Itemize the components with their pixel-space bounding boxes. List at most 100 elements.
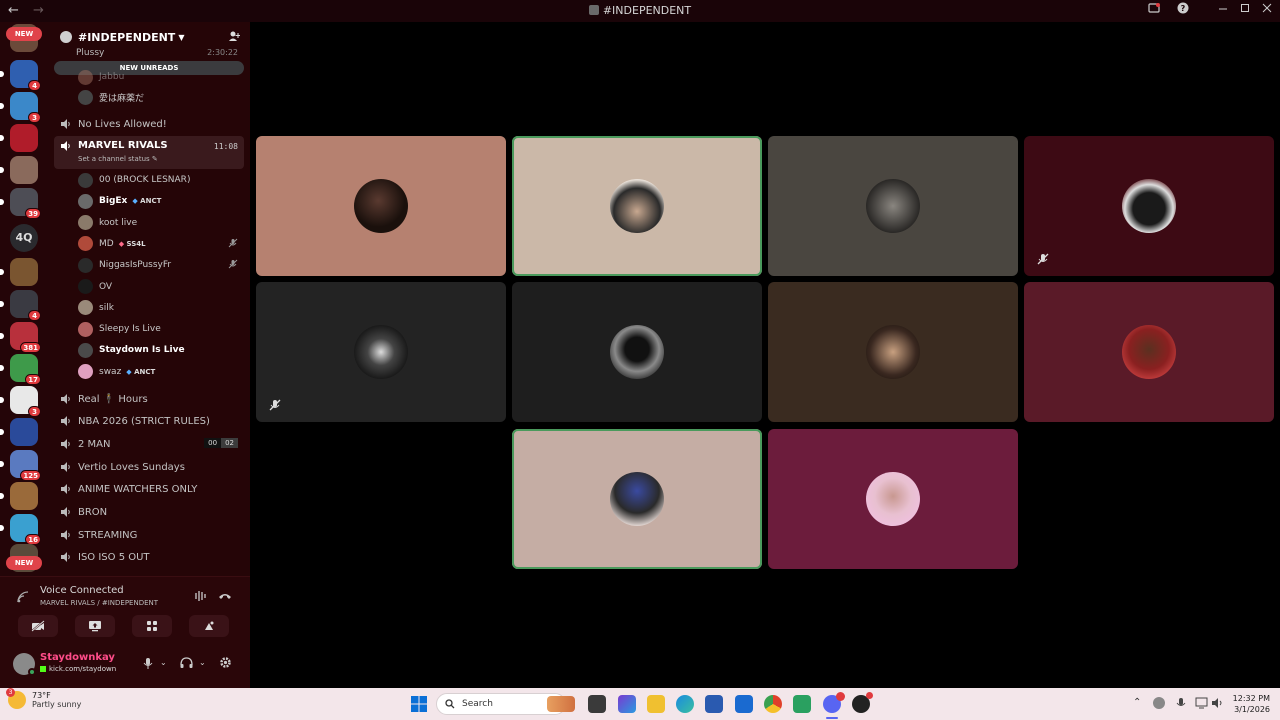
server-icon[interactable] [0, 482, 38, 510]
voice-channel-real-hours[interactable]: Real 🕴 Hours [54, 388, 244, 410]
file-explorer-icon[interactable] [647, 695, 665, 713]
participant-tile[interactable] [512, 429, 762, 569]
store-icon[interactable] [705, 695, 723, 713]
participant-tile[interactable] [512, 282, 762, 422]
clan-tag-icon: ◆ [126, 367, 135, 376]
noise-suppression-icon[interactable] [194, 590, 208, 602]
display-icon[interactable] [1195, 697, 1208, 709]
participant-tile[interactable] [512, 136, 762, 276]
voice-user[interactable]: BigEx ◆ ANCT [78, 191, 240, 211]
voice-channel-2man[interactable]: 2 MAN 00 02 [54, 433, 244, 455]
edge-icon[interactable] [676, 695, 694, 713]
avatar[interactable] [13, 653, 36, 676]
participant-tile[interactable] [768, 282, 1018, 422]
gear-icon[interactable] [219, 656, 232, 669]
username[interactable]: Staydownkay [40, 652, 115, 663]
help-icon[interactable]: ? [1177, 2, 1189, 17]
clock-date: 3/1/2026 [1234, 705, 1270, 714]
activities-button[interactable] [132, 615, 172, 637]
kick-icon [40, 666, 46, 672]
server-icon[interactable]: 3 [0, 386, 41, 417]
server-icon[interactable] [0, 124, 38, 152]
avatar [354, 179, 408, 233]
copilot-icon[interactable] [618, 695, 636, 713]
task-view-icon[interactable] [588, 695, 606, 713]
participant-tile[interactable] [1024, 136, 1274, 276]
voice-channel-nba[interactable]: NBA 2026 (STRICT RULES) [54, 410, 244, 432]
voice-user[interactable]: OV [78, 277, 240, 297]
microphone-icon[interactable] [1176, 697, 1186, 710]
new-bottom-pill[interactable]: NEW [6, 556, 42, 570]
voice-channel-iso[interactable]: ISO ISO 5 OUT [54, 546, 244, 568]
video-off-button[interactable] [18, 615, 58, 637]
microphone-icon[interactable] [143, 657, 153, 670]
server-icon[interactable]: 125 [0, 450, 41, 481]
voice-user[interactable]: Jabbu [78, 67, 240, 87]
server-icon[interactable]: 4 [0, 290, 41, 321]
new-top-pill[interactable]: NEW [6, 27, 42, 41]
weather-widget[interactable]: 3 73°F Partly sunny [6, 688, 81, 709]
chrome-icon[interactable] [764, 695, 782, 713]
signal-icon[interactable] [17, 591, 29, 603]
voice-user[interactable]: 00 (BROCK LESNAR) [78, 170, 240, 190]
voice-user[interactable]: swaz ◆ ANCT [78, 362, 240, 382]
voice-user[interactable]: 愛は麻薬だ [78, 87, 240, 107]
voice-user[interactable]: Sleepy Is Live [78, 319, 240, 339]
chevron-down-icon[interactable]: ⌄ [199, 658, 206, 667]
unread-pip [0, 493, 4, 499]
app-icon[interactable] [852, 692, 873, 713]
voice-channel-vertio[interactable]: Vertio Loves Sundays [54, 456, 244, 478]
headphones-icon[interactable] [180, 657, 193, 669]
unread-pip [0, 461, 4, 467]
maximize-icon[interactable] [1240, 2, 1250, 16]
voice-user[interactable]: MD ◆ SS4L [78, 234, 240, 254]
volume-icon[interactable] [1211, 697, 1224, 709]
clock[interactable]: 12:32 PM 3/1/2026 [1233, 693, 1270, 715]
voice-location[interactable]: MARVEL RIVALS / #INDEPENDENT [40, 599, 158, 607]
invite-icon[interactable] [228, 30, 240, 42]
participant-tile[interactable] [1024, 282, 1274, 422]
participant-tile[interactable] [256, 136, 506, 276]
server-icon[interactable]: 3 [0, 92, 41, 123]
channel-status[interactable]: Set a channel status ✎ [78, 155, 158, 163]
voice-user[interactable]: Staydown Is Live [78, 340, 240, 360]
channel-name: 2 MAN [78, 438, 111, 450]
server-icon[interactable]: 4 [0, 60, 41, 91]
unread-pip [0, 199, 4, 205]
server-icon[interactable] [0, 418, 38, 446]
outlook-icon[interactable] [735, 695, 753, 713]
server-icon[interactable]: 39 [0, 188, 41, 219]
voice-channel-anime[interactable]: ANIME WATCHERS ONLY [54, 478, 244, 500]
start-icon[interactable] [411, 696, 427, 712]
participant-tile[interactable] [768, 136, 1018, 276]
screenshare-button[interactable] [75, 615, 115, 637]
voice-user[interactable]: silk [78, 298, 240, 318]
avatar [610, 179, 664, 233]
inbox-icon[interactable] [1148, 2, 1160, 17]
close-icon[interactable] [1262, 2, 1272, 16]
voice-channel-bron[interactable]: BRON [54, 501, 244, 523]
chevron-up-icon[interactable]: ⌃ [1133, 697, 1141, 708]
server-icon[interactable]: 16 [0, 514, 41, 545]
app-icon[interactable] [793, 695, 811, 713]
participant-tile[interactable] [768, 429, 1018, 569]
server-icon[interactable]: 381 [0, 322, 41, 353]
server-icon[interactable] [0, 258, 38, 286]
server-4q[interactable]: 4Q [10, 224, 38, 252]
server-icon[interactable] [0, 156, 38, 184]
discord-icon[interactable] [823, 692, 845, 713]
tray-icon[interactable] [1153, 697, 1165, 709]
voice-channel-streaming[interactable]: STREAMING [54, 524, 244, 546]
server-icon[interactable]: 17 [0, 354, 41, 385]
voice-user[interactable]: koot live [78, 213, 240, 233]
mention-badge: 381 [20, 342, 41, 353]
voice-channel-marvel[interactable]: MARVEL RIVALS 11:08 Set a channel status… [54, 136, 244, 169]
participant-tile[interactable] [256, 282, 506, 422]
chevron-down-icon[interactable]: ⌄ [160, 658, 167, 667]
voice-user[interactable]: NiggasIsPussyFr [78, 255, 240, 275]
search-box[interactable]: Search [436, 693, 575, 715]
voice-channel-no-lives[interactable]: No Lives Allowed! [54, 113, 244, 135]
disconnect-icon[interactable] [218, 591, 232, 601]
soundboard-button[interactable] [189, 615, 229, 637]
minimize-icon[interactable] [1218, 2, 1228, 16]
